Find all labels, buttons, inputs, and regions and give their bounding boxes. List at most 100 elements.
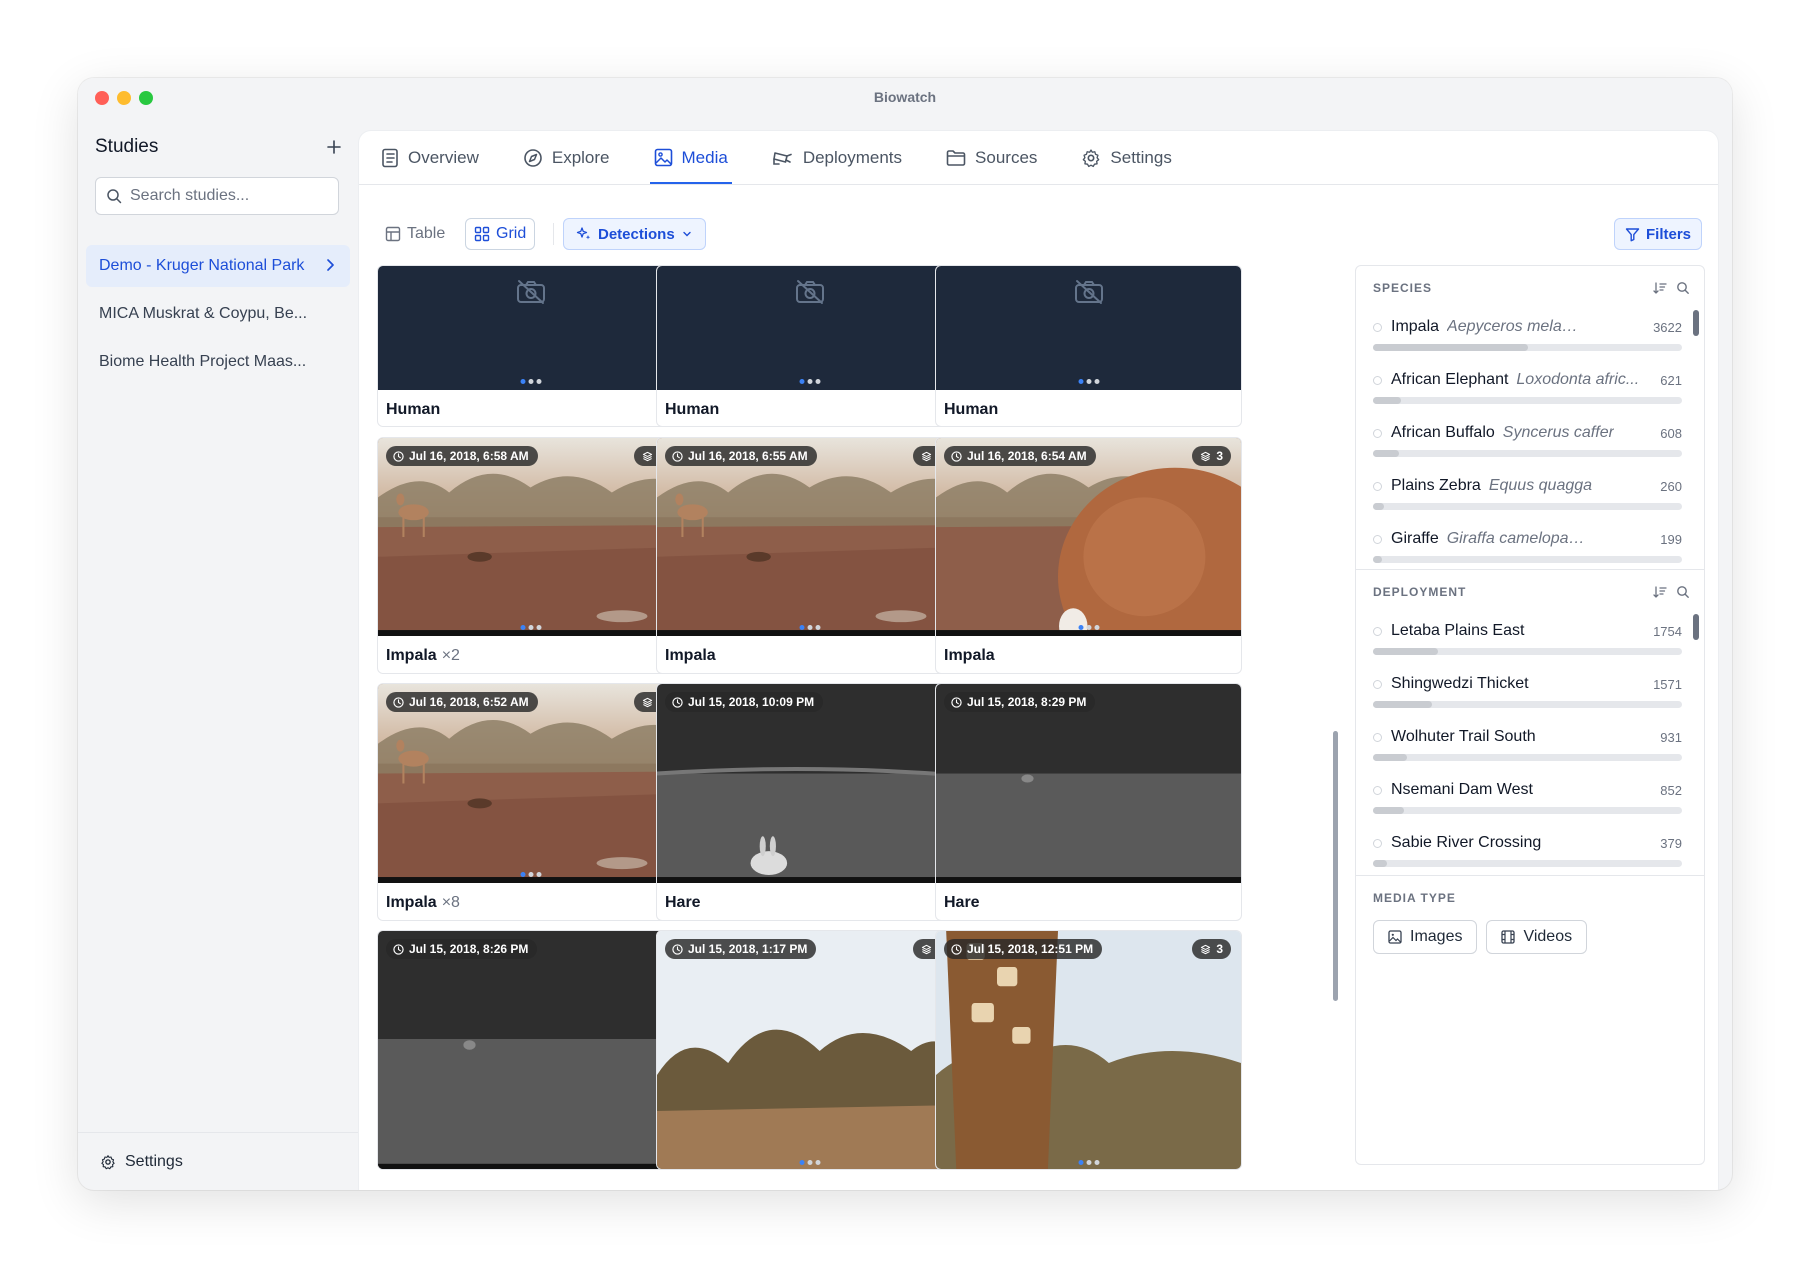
sequence-dot[interactable]	[815, 625, 820, 630]
sequence-dot[interactable]	[1086, 1160, 1091, 1165]
media-thumbnail[interactable]: Jul 16, 2018, 6:52 AM3	[378, 684, 683, 883]
images-filter-button[interactable]: Images	[1373, 920, 1478, 954]
media-thumbnail[interactable]: Jul 15, 2018, 10:09 PM	[657, 684, 962, 883]
sequence-dot[interactable]	[1086, 379, 1091, 384]
media-card[interactable]: Jul 15, 2018, 8:26 PM	[377, 930, 684, 1170]
study-item-mica[interactable]: MICA Muskrat & Coypu, Be...	[86, 293, 350, 335]
sequence-dot[interactable]	[815, 379, 820, 384]
tab-explore[interactable]: Explore	[523, 131, 610, 184]
filters-button[interactable]: Filters	[1613, 218, 1702, 250]
sequence-dot[interactable]	[520, 872, 525, 877]
sequence-dot[interactable]	[799, 379, 804, 384]
sequence-dots[interactable]	[799, 625, 820, 630]
deployment-filter-item[interactable]: Sabie River Crossing 379	[1356, 826, 1704, 879]
sequence-dot[interactable]	[536, 872, 541, 877]
deployment-filter-item[interactable]: Wolhuter Trail South 931	[1356, 720, 1704, 773]
videos-filter-button[interactable]: Videos	[1486, 920, 1588, 954]
media-thumbnail[interactable]	[657, 266, 962, 390]
tab-sources[interactable]: Sources	[946, 131, 1037, 184]
sequence-dot[interactable]	[536, 379, 541, 384]
media-card[interactable]: Human	[377, 265, 684, 427]
tab-deployments[interactable]: Deployments	[772, 131, 902, 184]
sequence-dot[interactable]	[1078, 1160, 1083, 1165]
species-filter-item[interactable]: African Buffalo Syncerus caffer 608	[1356, 416, 1704, 469]
tab-media[interactable]: Media	[649, 131, 733, 184]
media-card[interactable]: Human	[935, 265, 1242, 427]
add-study-button[interactable]	[327, 135, 341, 159]
search-icon[interactable]	[1676, 585, 1690, 599]
grid-scrollbar[interactable]	[1333, 731, 1338, 1001]
media-card[interactable]: Jul 15, 2018, 8:29 PM Hare	[935, 683, 1242, 921]
filter-checkbox[interactable]	[1373, 322, 1382, 332]
sequence-dot[interactable]	[536, 625, 541, 630]
media-card[interactable]: Jul 16, 2018, 6:58 AM3Impala×2	[377, 437, 684, 674]
sequence-dot[interactable]	[528, 379, 533, 384]
sort-icon[interactable]	[1653, 585, 1667, 599]
species-filter-item[interactable]: Giraffe Giraffa camelopardalis 199	[1356, 522, 1704, 575]
table-view-button[interactable]: Table	[377, 218, 453, 250]
media-thumbnail[interactable]	[378, 266, 683, 390]
sequence-dot[interactable]	[807, 379, 812, 384]
media-thumbnail[interactable]: Jul 15, 2018, 8:29 PM	[936, 684, 1241, 883]
filter-checkbox[interactable]	[1373, 481, 1382, 491]
deployment-filter-item[interactable]: Shingwedzi Thicket 1571	[1356, 667, 1704, 720]
sequence-dots[interactable]	[520, 379, 541, 384]
sequence-dot[interactable]	[528, 625, 533, 630]
filter-checkbox[interactable]	[1373, 679, 1382, 689]
sequence-dots[interactable]	[520, 625, 541, 630]
sequence-dots[interactable]	[1078, 1160, 1099, 1165]
sequence-dot[interactable]	[520, 379, 525, 384]
media-card[interactable]: Jul 15, 2018, 1:17 PM3	[656, 930, 963, 1170]
sequence-dot[interactable]	[1094, 1160, 1099, 1165]
media-thumbnail[interactable]: Jul 15, 2018, 12:51 PM 3	[936, 931, 1241, 1169]
media-card[interactable]: Jul 15, 2018, 12:51 PM 3	[935, 930, 1242, 1170]
media-thumbnail[interactable]: Jul 16, 2018, 6:54 AM 3	[936, 438, 1241, 636]
filter-checkbox[interactable]	[1373, 626, 1382, 636]
media-card[interactable]: Jul 16, 2018, 6:55 AM3 Impala	[656, 437, 963, 674]
sequence-dots[interactable]	[1078, 379, 1099, 384]
filter-checkbox[interactable]	[1373, 785, 1382, 795]
filter-checkbox[interactable]	[1373, 534, 1382, 544]
tab-overview[interactable]: Overview	[381, 131, 479, 184]
filter-checkbox[interactable]	[1373, 838, 1382, 848]
filter-checkbox[interactable]	[1373, 428, 1382, 438]
study-search[interactable]	[95, 177, 339, 215]
sequence-dot[interactable]	[1078, 379, 1083, 384]
detections-dropdown[interactable]: Detections	[563, 218, 706, 250]
species-filter-item[interactable]: Plains Zebra Equus quagga 260	[1356, 469, 1704, 522]
filter-checkbox[interactable]	[1373, 375, 1382, 385]
sequence-dot[interactable]	[815, 1160, 820, 1165]
search-icon[interactable]	[1676, 281, 1690, 295]
deployment-scrollbar[interactable]	[1693, 614, 1699, 640]
sequence-dot[interactable]	[799, 1160, 804, 1165]
grid-view-button[interactable]: Grid	[465, 218, 536, 250]
sequence-dot[interactable]	[807, 1160, 812, 1165]
media-thumbnail[interactable]: Jul 15, 2018, 1:17 PM3	[657, 931, 962, 1169]
media-thumbnail[interactable]: Jul 16, 2018, 6:58 AM3	[378, 438, 683, 636]
media-card[interactable]: Jul 15, 2018, 10:09 PM Hare	[656, 683, 963, 921]
deployment-filter-item[interactable]: Letaba Plains East 1754	[1356, 614, 1704, 667]
species-filter-item[interactable]: African Elephant Loxodonta afric... 621	[1356, 363, 1704, 416]
study-item-biome[interactable]: Biome Health Project Maas...	[86, 341, 350, 383]
sequence-dot[interactable]	[1078, 625, 1083, 630]
sequence-dot[interactable]	[807, 625, 812, 630]
media-thumbnail[interactable]: Jul 16, 2018, 6:55 AM3	[657, 438, 962, 636]
sequence-dot[interactable]	[1094, 625, 1099, 630]
study-item-kruger[interactable]: Demo - Kruger National Park	[86, 245, 350, 287]
media-card[interactable]: Human	[656, 265, 963, 427]
sort-icon[interactable]	[1653, 281, 1667, 295]
sequence-dots[interactable]	[799, 379, 820, 384]
media-thumbnail[interactable]: Jul 15, 2018, 8:26 PM	[378, 931, 683, 1169]
sequence-dot[interactable]	[520, 625, 525, 630]
filter-checkbox[interactable]	[1373, 732, 1382, 742]
sequence-dot[interactable]	[799, 625, 804, 630]
sequence-dots[interactable]	[520, 872, 541, 877]
sequence-dots[interactable]	[799, 1160, 820, 1165]
media-card[interactable]: Jul 16, 2018, 6:52 AM3Impala×8	[377, 683, 684, 921]
sidebar-settings-button[interactable]: Settings	[78, 1132, 358, 1190]
deployment-filter-item[interactable]: Nsemani Dam West 852	[1356, 773, 1704, 826]
search-studies-input[interactable]	[130, 187, 320, 205]
tab-settings[interactable]: Settings	[1081, 131, 1172, 184]
species-filter-item[interactable]: Impala Aepyceros melampus 3622	[1356, 310, 1704, 363]
media-thumbnail[interactable]	[936, 266, 1241, 390]
